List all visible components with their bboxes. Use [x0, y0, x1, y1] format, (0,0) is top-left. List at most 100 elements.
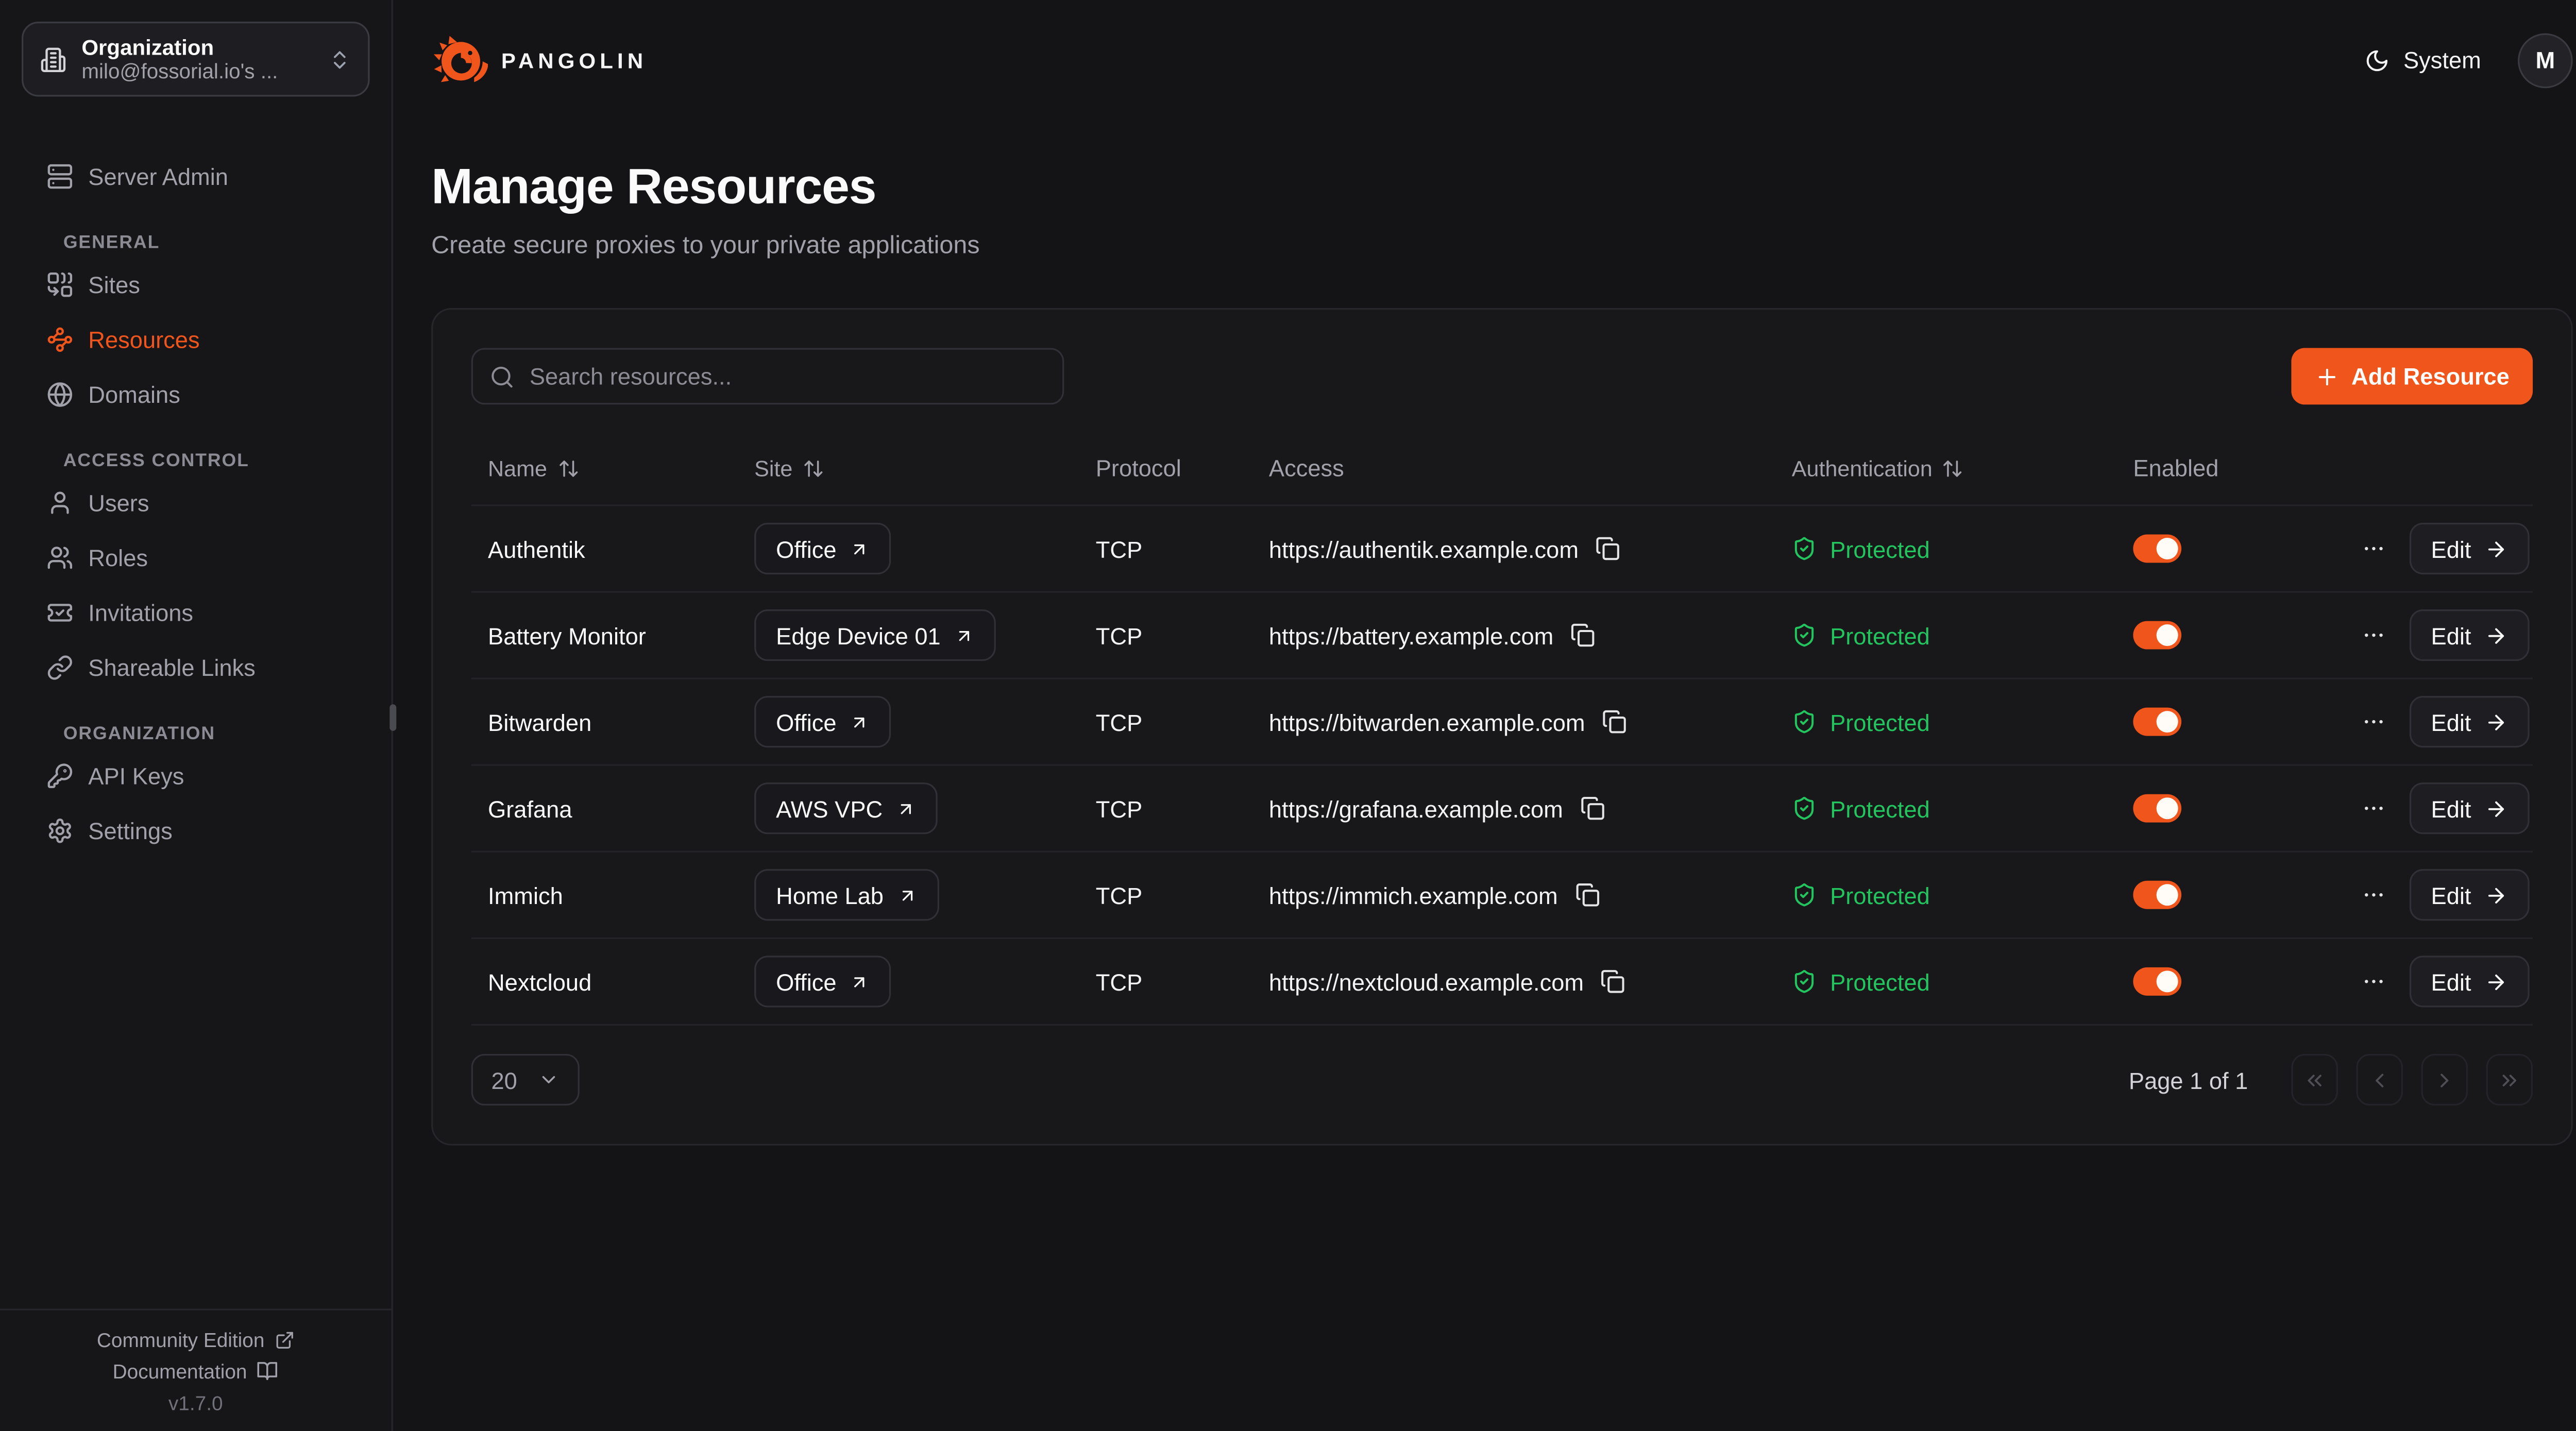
sidebar-nav: Server Admin GENERAL Sites Resources Dom… — [0, 118, 392, 1308]
sidebar-item-resources[interactable]: Resources — [22, 311, 370, 366]
add-resource-button[interactable]: Add Resource — [2292, 348, 2533, 405]
auth-status-badge: Protected — [1792, 795, 1930, 822]
next-page-button[interactable] — [2421, 1054, 2468, 1105]
copy-url-button[interactable] — [1600, 969, 1625, 994]
column-authentication: Authentication — [1792, 455, 1933, 480]
first-page-button[interactable] — [2291, 1054, 2338, 1105]
sidebar-item-sites[interactable]: Sites — [22, 257, 370, 312]
sidebar-item-label: API Keys — [88, 762, 184, 789]
resource-name: Authentik — [471, 535, 738, 562]
users-icon — [46, 543, 73, 570]
sidebar-item-label: Settings — [88, 816, 173, 843]
key-icon — [46, 762, 73, 789]
auth-status-label: Protected — [1830, 622, 1930, 649]
row-menu-button[interactable] — [2361, 969, 2386, 994]
sidebar-item-invitations[interactable]: Invitations — [22, 584, 370, 639]
sidebar: Organization milo@fossorial.io's ... Ser… — [0, 0, 393, 1431]
search-input[interactable] — [471, 348, 1064, 405]
edit-button[interactable]: Edit — [2410, 956, 2530, 1007]
sidebar-item-api-keys[interactable]: API Keys — [22, 747, 370, 803]
arrow-right-icon — [2484, 710, 2507, 734]
site-link-button[interactable]: Office — [754, 523, 891, 574]
sidebar-item-server-admin[interactable]: Server Admin — [22, 148, 370, 203]
shield-check-icon — [1792, 709, 1817, 734]
arrow-up-right-icon — [850, 972, 870, 992]
row-menu-button[interactable] — [2361, 709, 2386, 734]
site-name: Office — [776, 708, 836, 735]
protocol-value: TCP — [1079, 708, 1252, 735]
site-link-button[interactable]: Edge Device 01 — [754, 609, 995, 661]
chevrons-right-icon — [2498, 1068, 2521, 1091]
ellipsis-icon — [2361, 882, 2386, 907]
auth-status-badge: Protected — [1792, 881, 1930, 908]
building-icon — [40, 46, 67, 73]
column-name: Name — [488, 455, 547, 480]
auth-status-label: Protected — [1830, 535, 1930, 562]
enabled-toggle[interactable] — [2133, 621, 2181, 650]
version-label: v1.7.0 — [168, 1391, 223, 1415]
user-avatar[interactable]: M — [2518, 32, 2573, 88]
copy-url-button[interactable] — [1570, 623, 1595, 648]
enabled-toggle[interactable] — [2133, 794, 2181, 823]
row-menu-button[interactable] — [2361, 796, 2386, 821]
sidebar-item-settings[interactable]: Settings — [22, 803, 370, 858]
sidebar-resize-handle[interactable] — [389, 704, 395, 731]
chevron-left-icon — [2368, 1068, 2391, 1091]
sort-by-site-button[interactable]: Site — [754, 455, 824, 480]
edit-button[interactable]: Edit — [2410, 782, 2530, 834]
edit-button[interactable]: Edit — [2410, 609, 2530, 661]
column-protocol: Protocol — [1096, 454, 1181, 481]
access-url: https://bitwarden.example.com — [1269, 708, 1585, 735]
auth-status-label: Protected — [1830, 708, 1930, 735]
site-link-button[interactable]: AWS VPC — [754, 782, 938, 834]
sidebar-item-roles[interactable]: Roles — [22, 530, 370, 585]
site-link-button[interactable]: Office — [754, 956, 891, 1007]
edit-label: Edit — [2431, 708, 2471, 735]
sidebar-item-domains[interactable]: Domains — [22, 366, 370, 421]
enabled-toggle[interactable] — [2133, 881, 2181, 909]
table-header: Name Site Protocol Access Authentication… — [471, 431, 2533, 506]
copy-url-button[interactable] — [1602, 709, 1626, 734]
row-menu-button[interactable] — [2361, 536, 2386, 561]
edit-label: Edit — [2431, 535, 2471, 562]
sort-by-authentication-button[interactable]: Authentication — [1792, 455, 1964, 480]
sidebar-item-label: Invitations — [88, 599, 193, 625]
pangolin-logo-icon — [431, 31, 488, 88]
enabled-toggle[interactable] — [2133, 535, 2181, 563]
row-menu-button[interactable] — [2361, 882, 2386, 907]
sidebar-item-shareable-links[interactable]: Shareable Links — [22, 639, 370, 694]
previous-page-button[interactable] — [2356, 1054, 2403, 1105]
shield-check-icon — [1792, 623, 1817, 648]
copy-url-button[interactable] — [1574, 882, 1599, 907]
site-link-button[interactable]: Home Lab — [754, 869, 938, 921]
org-switcher[interactable]: Organization milo@fossorial.io's ... — [22, 22, 370, 96]
page-size-select[interactable]: 20 — [471, 1054, 579, 1105]
main-area: PANGOLIN System M Manage Resources Creat… — [393, 0, 2576, 1431]
brand-logo-link[interactable]: PANGOLIN — [431, 31, 647, 88]
edit-button[interactable]: Edit — [2410, 696, 2530, 747]
theme-toggle-button[interactable]: System — [2365, 46, 2481, 73]
ellipsis-icon — [2361, 623, 2386, 648]
page-indicator: Page 1 of 1 — [2129, 1066, 2248, 1093]
site-link-button[interactable]: Office — [754, 696, 891, 747]
enabled-toggle[interactable] — [2133, 708, 2181, 736]
page-subtitle: Create secure proxies to your private ap… — [431, 231, 2573, 260]
documentation-link[interactable]: Documentation — [113, 1359, 279, 1383]
auth-status-badge: Protected — [1792, 622, 1930, 649]
sidebar-item-users[interactable]: Users — [22, 474, 370, 530]
table-row: Authentik Office TCP https://authentik.e… — [471, 506, 2533, 593]
sort-by-name-button[interactable]: Name — [488, 455, 579, 480]
copy-url-button[interactable] — [1595, 536, 1620, 561]
enabled-toggle[interactable] — [2133, 967, 2181, 996]
ellipsis-icon — [2361, 796, 2386, 821]
last-page-button[interactable] — [2486, 1054, 2533, 1105]
arrow-up-right-icon — [896, 798, 916, 819]
arrow-up-right-icon — [897, 885, 917, 905]
theme-toggle-label: System — [2403, 46, 2481, 73]
community-edition-link[interactable]: Community Edition — [97, 1328, 295, 1351]
access-url: https://nextcloud.example.com — [1269, 968, 1584, 995]
edit-button[interactable]: Edit — [2410, 869, 2530, 921]
edit-button[interactable]: Edit — [2410, 523, 2530, 574]
row-menu-button[interactable] — [2361, 623, 2386, 648]
copy-url-button[interactable] — [1580, 796, 1604, 821]
